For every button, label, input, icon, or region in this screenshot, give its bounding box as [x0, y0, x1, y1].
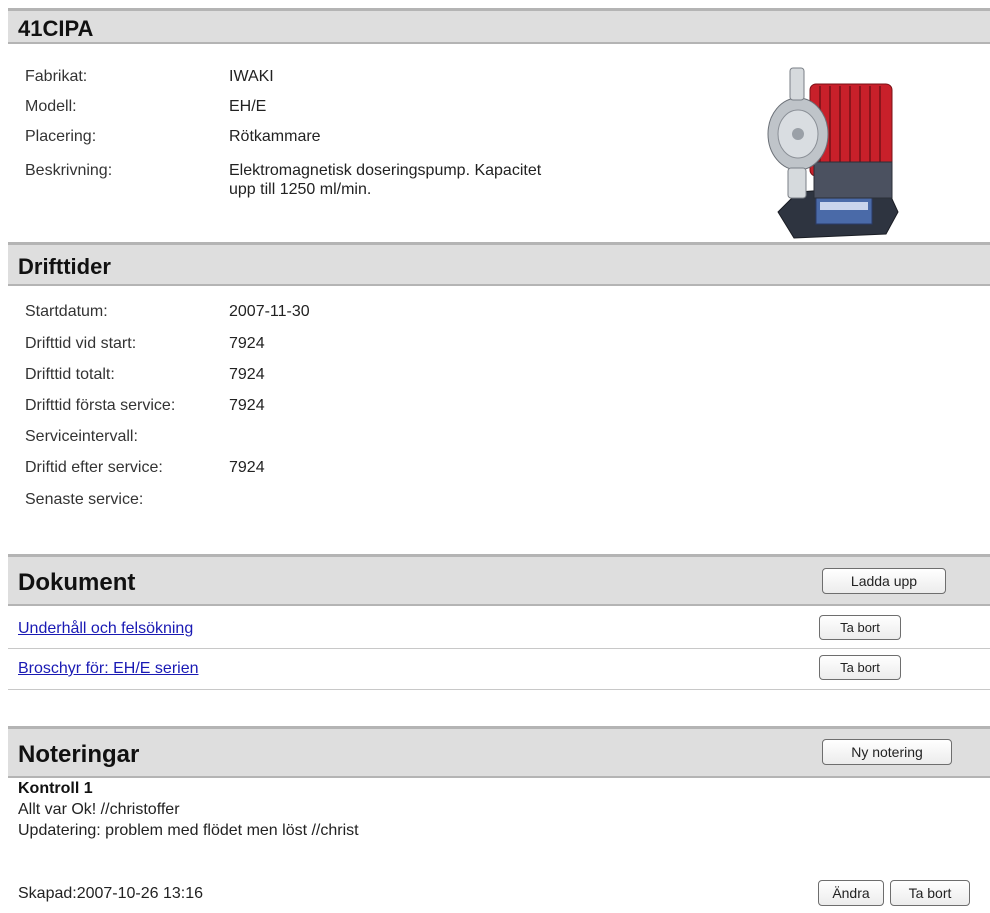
beskrivning-value-line2: upp till 1250 ml/min.: [229, 181, 372, 198]
noteringar-title: Noteringar: [18, 741, 140, 768]
edit-note-button[interactable]: Ändra: [818, 880, 884, 906]
drifttid-start-value: 7924: [229, 335, 265, 352]
beskrivning-label: Beskrivning:: [25, 162, 113, 179]
remove-note-button[interactable]: Ta bort: [890, 880, 970, 906]
pump-image: [767, 67, 899, 239]
document-link-underhall[interactable]: Underhåll och felsökning: [18, 620, 193, 638]
drifttider-header: Drifttider: [8, 242, 990, 286]
modell-label: Modell:: [25, 98, 77, 115]
document-row-divider: [8, 689, 990, 690]
placering-label: Placering:: [25, 128, 97, 145]
driftid-efter-service-value: 7924: [229, 459, 265, 476]
device-header: 41CIPA: [8, 8, 990, 44]
placering-value: Rötkammare: [229, 128, 321, 145]
document-row-divider: [8, 648, 990, 649]
drifttid-totalt-label: Drifttid totalt:: [25, 366, 115, 383]
fabrikat-label: Fabrikat:: [25, 68, 88, 85]
drifttid-forsta-service-label: Drifttid första service:: [25, 397, 176, 414]
note-line-1: Allt var Ok! //christoffer: [18, 801, 180, 818]
drifttid-forsta-service-value: 7924: [229, 397, 265, 414]
remove-document-button[interactable]: Ta bort: [819, 655, 901, 680]
startdatum-value: 2007-11-30: [229, 303, 310, 320]
note-line-2: Updatering: problem med flödet men löst …: [18, 822, 359, 839]
beskrivning-value-line1: Elektromagnetisk doseringspump. Kapacite…: [229, 162, 542, 179]
drifttid-start-label: Drifttid vid start:: [25, 335, 137, 352]
driftid-efter-service-label: Driftid efter service:: [25, 459, 163, 476]
dokument-title: Dokument: [18, 569, 136, 596]
remove-document-button[interactable]: Ta bort: [819, 615, 901, 640]
note-heading: Kontroll 1: [18, 780, 93, 797]
drifttid-totalt-value: 7924: [229, 366, 265, 383]
serviceintervall-label: Serviceintervall:: [25, 428, 138, 445]
fabrikat-value: IWAKI: [229, 68, 274, 85]
note-created-timestamp: Skapad:2007-10-26 13:16: [18, 885, 204, 902]
modell-value: EH/E: [229, 98, 267, 115]
device-title: 41CIPA: [18, 16, 94, 41]
senaste-service-label: Senaste service:: [25, 491, 144, 508]
document-link-broschyr[interactable]: Broschyr för: EH/E serien: [18, 660, 199, 678]
drifttider-title: Drifttider: [18, 254, 111, 279]
upload-button[interactable]: Ladda upp: [822, 568, 946, 594]
new-note-button[interactable]: Ny notering: [822, 739, 952, 765]
startdatum-label: Startdatum:: [25, 303, 108, 320]
